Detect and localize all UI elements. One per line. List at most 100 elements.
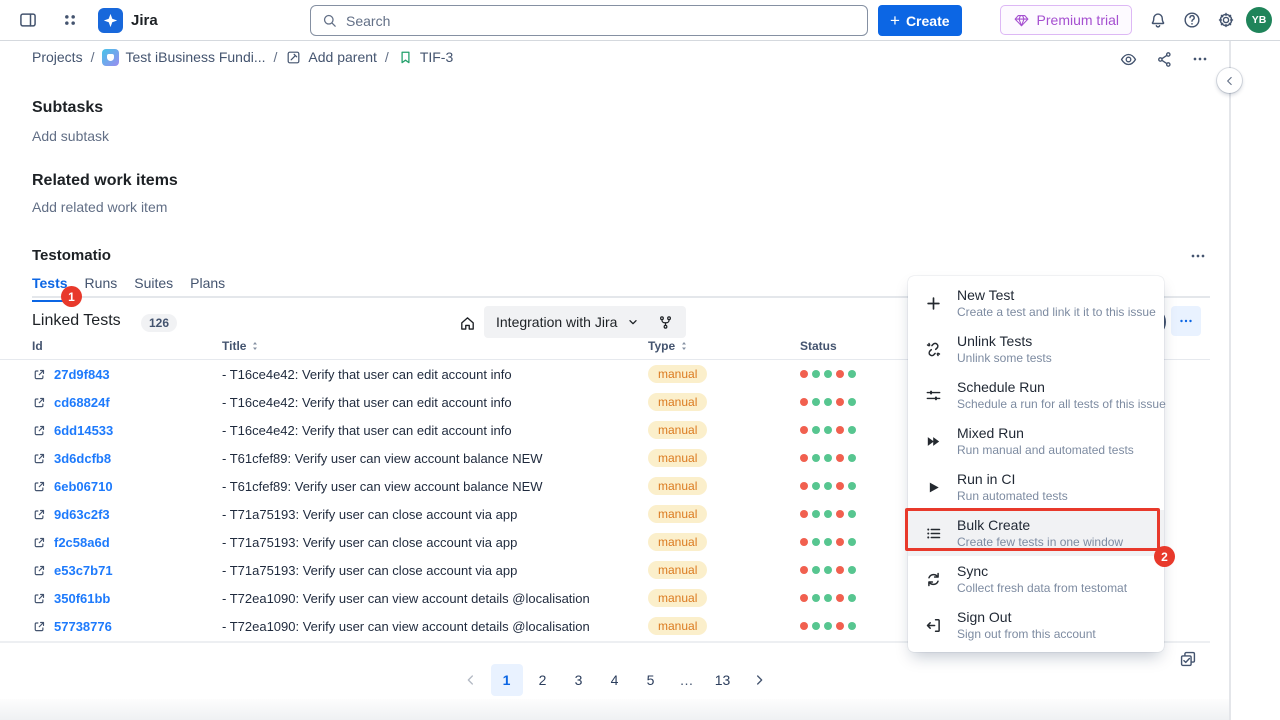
more-icon — [1177, 312, 1195, 330]
eye-icon — [1119, 50, 1138, 69]
test-id-link[interactable]: 6eb06710 — [54, 479, 113, 494]
more-icon — [1188, 246, 1208, 266]
test-title: - T72ea1090: Verify user can view accoun… — [222, 619, 648, 634]
jira-brand[interactable]: Jira — [98, 8, 158, 33]
test-id-link[interactable]: 3d6dcfb8 — [54, 451, 111, 466]
breadcrumb-project[interactable]: Test iBusiness Fundi... — [102, 49, 265, 66]
test-id-link[interactable]: e53c7b71 — [54, 563, 113, 578]
type-badge: manual — [648, 393, 707, 411]
tab-plans[interactable]: Plans — [190, 275, 225, 302]
chevron-left-icon — [463, 672, 479, 688]
search-input[interactable] — [346, 13, 857, 29]
related-work-items-heading: Related work items — [32, 172, 178, 190]
test-title: - T71a75193: Verify user can close accou… — [222, 563, 648, 578]
column-header-id[interactable]: Id — [32, 339, 222, 353]
status-dots — [800, 454, 856, 462]
pagination-prev-button[interactable] — [455, 664, 487, 696]
test-title: - T72ea1090: Verify user can view accoun… — [222, 591, 648, 606]
type-badge: manual — [648, 477, 707, 495]
check-square-icon — [1178, 649, 1198, 669]
help-icon — [1182, 10, 1202, 30]
menu-item-new-test[interactable]: New TestCreate a test and link it it to … — [908, 280, 1164, 326]
page-footer-band — [0, 699, 1280, 720]
linked-tests-count-badge: 126 — [141, 314, 177, 332]
search-icon — [321, 12, 338, 29]
external-link-icon — [32, 367, 47, 382]
status-dots — [800, 370, 856, 378]
help-button[interactable] — [1178, 6, 1206, 34]
pagination-page-13[interactable]: 13 — [707, 664, 739, 696]
pagination: 1 2 3 4 5 … 13 — [0, 664, 1229, 696]
breadcrumb: Projects / Test iBusiness Fundi... / Add… — [0, 41, 1229, 73]
breadcrumb-projects[interactable]: Projects — [32, 49, 83, 65]
testomatio-more-button[interactable] — [1184, 245, 1212, 267]
bell-icon — [1148, 10, 1168, 30]
test-id-link[interactable]: 6dd14533 — [54, 423, 113, 438]
notifications-button[interactable] — [1144, 6, 1172, 34]
type-badge: manual — [648, 561, 707, 579]
menu-item-unlink-tests[interactable]: Unlink TestsUnlink some tests — [908, 326, 1164, 372]
tests-actions-more-button[interactable] — [1171, 306, 1201, 336]
bulk-select-button[interactable] — [1176, 647, 1200, 671]
external-link-icon — [32, 479, 47, 494]
app-switcher-button[interactable] — [56, 6, 84, 34]
create-button[interactable]: + Create — [878, 5, 962, 36]
type-badge: manual — [648, 617, 707, 635]
menu-item-sync[interactable]: SyncCollect fresh data from testomat — [908, 556, 1164, 602]
tab-runs[interactable]: Runs — [85, 275, 118, 302]
pagination-page-1[interactable]: 1 — [491, 664, 523, 696]
external-link-icon — [32, 619, 47, 634]
pagination-page-4[interactable]: 4 — [599, 664, 631, 696]
global-search[interactable] — [310, 5, 868, 36]
breadcrumb-issue-key[interactable]: TIF-3 — [397, 49, 453, 66]
pagination-page-5[interactable]: 5 — [635, 664, 667, 696]
add-subtask-button[interactable]: Add subtask — [32, 128, 109, 144]
pagination-page-2[interactable]: 2 — [527, 664, 559, 696]
test-id-link[interactable]: 350f61bb — [54, 591, 110, 606]
menu-item-sign-out[interactable]: Sign OutSign out from this account — [908, 602, 1164, 648]
test-title: - T61cfef89: Verify user can view accoun… — [222, 479, 648, 494]
test-id-link[interactable]: 27d9f843 — [54, 367, 110, 382]
fast-forward-icon — [924, 432, 943, 451]
test-id-link[interactable]: 57738776 — [54, 619, 112, 634]
menu-item-schedule-run[interactable]: Schedule RunSchedule a run for all tests… — [908, 372, 1164, 418]
test-id-link[interactable]: 9d63c2f3 — [54, 507, 110, 522]
column-header-type[interactable]: Type — [648, 339, 800, 353]
pagination-next-button[interactable] — [743, 664, 775, 696]
menu-item-bulk-create[interactable]: Bulk CreateCreate few tests in one windo… — [908, 510, 1164, 556]
premium-trial-button[interactable]: Premium trial — [1000, 5, 1132, 35]
menu-item-mixed-run[interactable]: Mixed RunRun manual and automated tests — [908, 418, 1164, 464]
test-title: - T16ce4e42: Verify that user can edit a… — [222, 423, 648, 438]
status-dots — [800, 566, 856, 574]
add-related-work-item-button[interactable]: Add related work item — [32, 199, 167, 215]
collapse-panel-button[interactable] — [1217, 68, 1242, 93]
add-parent-button[interactable]: Add parent — [285, 49, 377, 66]
project-selector-dropdown[interactable]: Integration with Jira — [484, 306, 686, 338]
list-icon — [924, 524, 943, 543]
sync-icon — [924, 570, 943, 589]
sidebar-toggle-button[interactable] — [14, 6, 42, 34]
settings-button[interactable] — [1212, 6, 1240, 34]
share-button[interactable] — [1148, 45, 1180, 73]
column-header-title[interactable]: Title — [222, 339, 648, 353]
issue-more-button[interactable] — [1184, 45, 1216, 73]
branch-icon — [657, 314, 674, 331]
pagination-page-3[interactable]: 3 — [563, 664, 595, 696]
test-id-link[interactable]: cd68824f — [54, 395, 110, 410]
sign-out-icon — [924, 616, 943, 635]
testomatio-heading: Testomatio — [32, 247, 111, 264]
jira-logo-icon — [98, 8, 123, 33]
type-badge: manual — [648, 449, 707, 467]
tab-suites[interactable]: Suites — [134, 275, 173, 302]
sliders-icon — [924, 386, 943, 405]
share-icon — [1155, 50, 1174, 69]
watch-button[interactable] — [1112, 45, 1144, 73]
test-title: - T61cfef89: Verify user can view accoun… — [222, 451, 648, 466]
external-link-icon — [32, 507, 47, 522]
test-title: - T16ce4e42: Verify that user can edit a… — [222, 395, 648, 410]
test-id-link[interactable]: f2c58a6d — [54, 535, 110, 550]
home-button[interactable] — [453, 309, 481, 337]
test-title: - T71a75193: Verify user can close accou… — [222, 535, 648, 550]
menu-item-run-in-ci[interactable]: Run in CIRun automated tests — [908, 464, 1164, 510]
user-avatar[interactable]: YB — [1246, 7, 1272, 33]
